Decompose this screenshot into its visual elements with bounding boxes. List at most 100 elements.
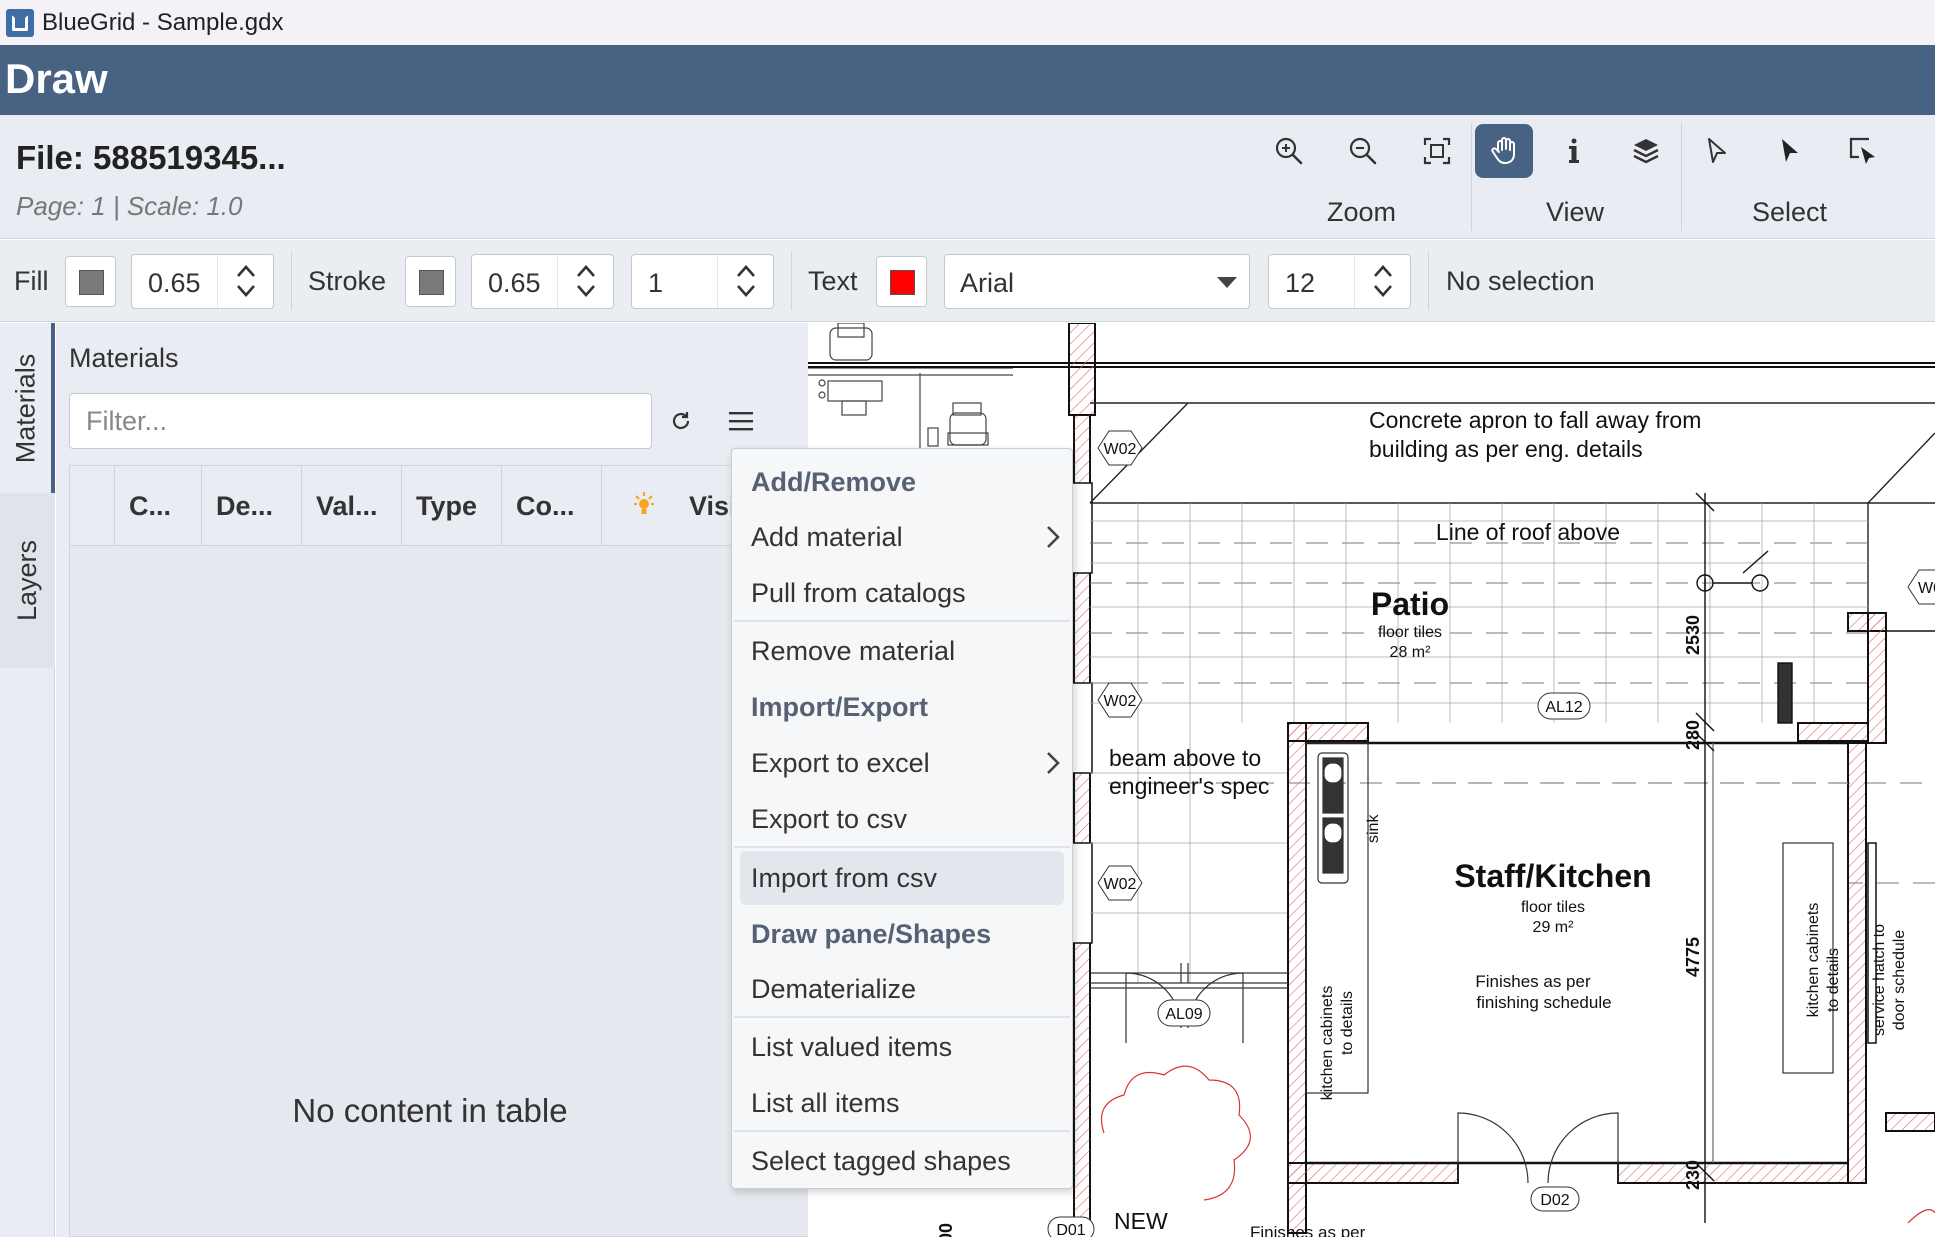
spinner-arrows-icon[interactable] [217, 255, 273, 308]
menu-header-label: Import/Export [751, 691, 929, 722]
stroke-width-value: 1 [648, 268, 664, 298]
menu-item-label: Dematerialize [751, 973, 917, 1004]
tag-d01: D01 [1056, 1222, 1085, 1237]
menu-header-add-remove: Add/Remove [732, 455, 1072, 509]
menu-item-label: Select tagged shapes [751, 1145, 1011, 1176]
menu-item-dematerialize[interactable]: Dematerialize [732, 962, 1072, 1016]
refresh-icon [672, 412, 690, 430]
menu-header-draw-pane-shapes: Draw pane/Shapes [732, 907, 1072, 961]
font-size-spinner[interactable]: 12 [1268, 254, 1411, 309]
spinner-arrows-icon[interactable] [557, 255, 613, 308]
fill-opacity-spinner[interactable]: 0.65 [131, 254, 274, 309]
menu-item-import-from-csv[interactable]: Import from csv [740, 851, 1064, 905]
column-header-color[interactable]: Co... [502, 466, 602, 546]
tab-materials[interactable]: Materials [0, 323, 55, 493]
stroke-width-spinner[interactable]: 1 [631, 254, 774, 309]
side-tabs: Materials Layers [0, 323, 55, 1237]
tab-layers[interactable]: Layers [0, 493, 55, 668]
menu-item-remove-material[interactable]: Remove material [732, 624, 1072, 678]
select-area-icon [1849, 137, 1875, 164]
menu-item-pull-from-catalogs[interactable]: Pull from catalogs [732, 566, 1072, 620]
layers-icon [1633, 139, 1659, 164]
stroke-color-button[interactable] [405, 256, 456, 307]
zoom-out-button[interactable] [1334, 124, 1392, 178]
select-group-label: Select [1752, 197, 1828, 227]
menu-item-export-to-csv[interactable]: Export to csv [732, 792, 1072, 846]
materials-panel: Materials C... De... Val... Type Co... V… [56, 323, 810, 1237]
menu-item-label: Import from csv [751, 862, 938, 893]
tags: W02 W02 W02 W0 AL12 AL09 D02 D01 [1047, 430, 1935, 1237]
dimension-lines [1695, 492, 1793, 1223]
menu-item-label: Export to csv [751, 803, 908, 834]
window-title: BlueGrid - Sample.gdx [42, 8, 284, 36]
menu-item-list-valued-items[interactable]: List valued items [732, 1020, 1072, 1074]
spinner-arrows-icon[interactable] [717, 255, 773, 308]
pointer-solid-icon [1782, 139, 1798, 162]
info-button[interactable] [1545, 124, 1603, 178]
pan-tool-button[interactable] [1475, 124, 1533, 178]
label-kitchen-finish: floor tiles [1521, 899, 1585, 916]
menu-item-label: Pull from catalogs [751, 577, 966, 608]
label-finishes-bottom: Finishes as per [1250, 1223, 1366, 1237]
label-staff-kitchen: Staff/Kitchen [1454, 858, 1651, 894]
font-family-select[interactable]: Arial [944, 254, 1250, 309]
label-service-hatch-1: service hatch to [1871, 924, 1888, 1036]
fit-to-screen-icon [1423, 137, 1451, 165]
label-beam-2: engineer's spec [1109, 773, 1269, 799]
dimension-230: 230 [1683, 1160, 1703, 1190]
spinner-arrows-icon[interactable] [1354, 255, 1410, 308]
tag-w0: W0 [1918, 580, 1935, 597]
info-icon [1569, 138, 1579, 163]
menu-header-label: Add/Remove [751, 466, 917, 497]
select-outline-button[interactable] [1688, 124, 1746, 178]
zoom-in-button[interactable] [1260, 124, 1318, 178]
select-area-button[interactable] [1834, 124, 1892, 178]
menu-item-export-to-excel[interactable]: Export to excel [732, 736, 1072, 790]
ribbon-separator [1681, 123, 1682, 231]
menu-item-label: List valued items [751, 1031, 953, 1062]
tag-al09: AL09 [1165, 1006, 1202, 1023]
fill-color-button[interactable] [65, 256, 116, 307]
menu-item-select-tagged-shapes[interactable]: Select tagged shapes [732, 1134, 1072, 1188]
refresh-button[interactable] [661, 401, 701, 441]
stroke-opacity-spinner[interactable]: 0.65 [471, 254, 614, 309]
hamburger-menu-icon [729, 412, 753, 431]
zoom-fit-button[interactable] [1408, 124, 1466, 178]
fill-label: Fill [14, 266, 49, 296]
label-cabinets-right-1: kitchen cabinets [1805, 903, 1822, 1018]
row-selector-header[interactable] [70, 466, 115, 546]
chevron-right-icon [1047, 752, 1060, 774]
column-header-value[interactable]: Val... [302, 466, 402, 546]
kitchen-fixtures [1305, 742, 1848, 1163]
toolbar-divider [291, 252, 292, 310]
filter-input[interactable] [69, 393, 652, 449]
kitchen-walls [1287, 612, 1935, 1234]
column-header-description[interactable]: De... [202, 466, 302, 546]
text-color-button[interactable] [876, 256, 927, 307]
label-patio-area: 28 m² [1390, 644, 1432, 661]
menu-item-add-material[interactable]: Add material [732, 510, 1072, 564]
label-roof-line: Line of roof above [1436, 519, 1620, 545]
file-name: File: 588519345... [16, 139, 286, 176]
menu-item-list-all-items[interactable]: List all items [732, 1076, 1072, 1130]
chevron-down-icon [1217, 277, 1237, 288]
draw-header: Draw [0, 45, 1935, 115]
column-header-code[interactable]: C... [115, 466, 202, 546]
pointer-outline-icon [1708, 138, 1726, 163]
lightbulb-icon [634, 492, 654, 514]
layers-view-button[interactable] [1617, 124, 1675, 178]
label-service-hatch-2: door schedule [1891, 930, 1908, 1031]
menu-item-label: Add material [751, 521, 903, 552]
stroke-color-swatch [419, 270, 444, 295]
dimension-2530: 2530 [1683, 615, 1703, 655]
patio-outline [1089, 402, 1935, 613]
materials-menu-button[interactable] [721, 401, 761, 441]
label-cabinets-right-2: to details [1825, 948, 1842, 1012]
column-header-type[interactable]: Type [402, 466, 502, 546]
fill-color-swatch [79, 270, 104, 295]
select-solid-button[interactable] [1761, 124, 1819, 178]
window-titlebar: BlueGrid - Sample.gdx [0, 0, 1935, 45]
properties-toolbar: Fill 0.65 Stroke 0.65 1 Text Arial 12 No… [0, 240, 1935, 322]
menu-separator [734, 620, 1070, 622]
tab-layers-label: Layers [12, 539, 43, 622]
